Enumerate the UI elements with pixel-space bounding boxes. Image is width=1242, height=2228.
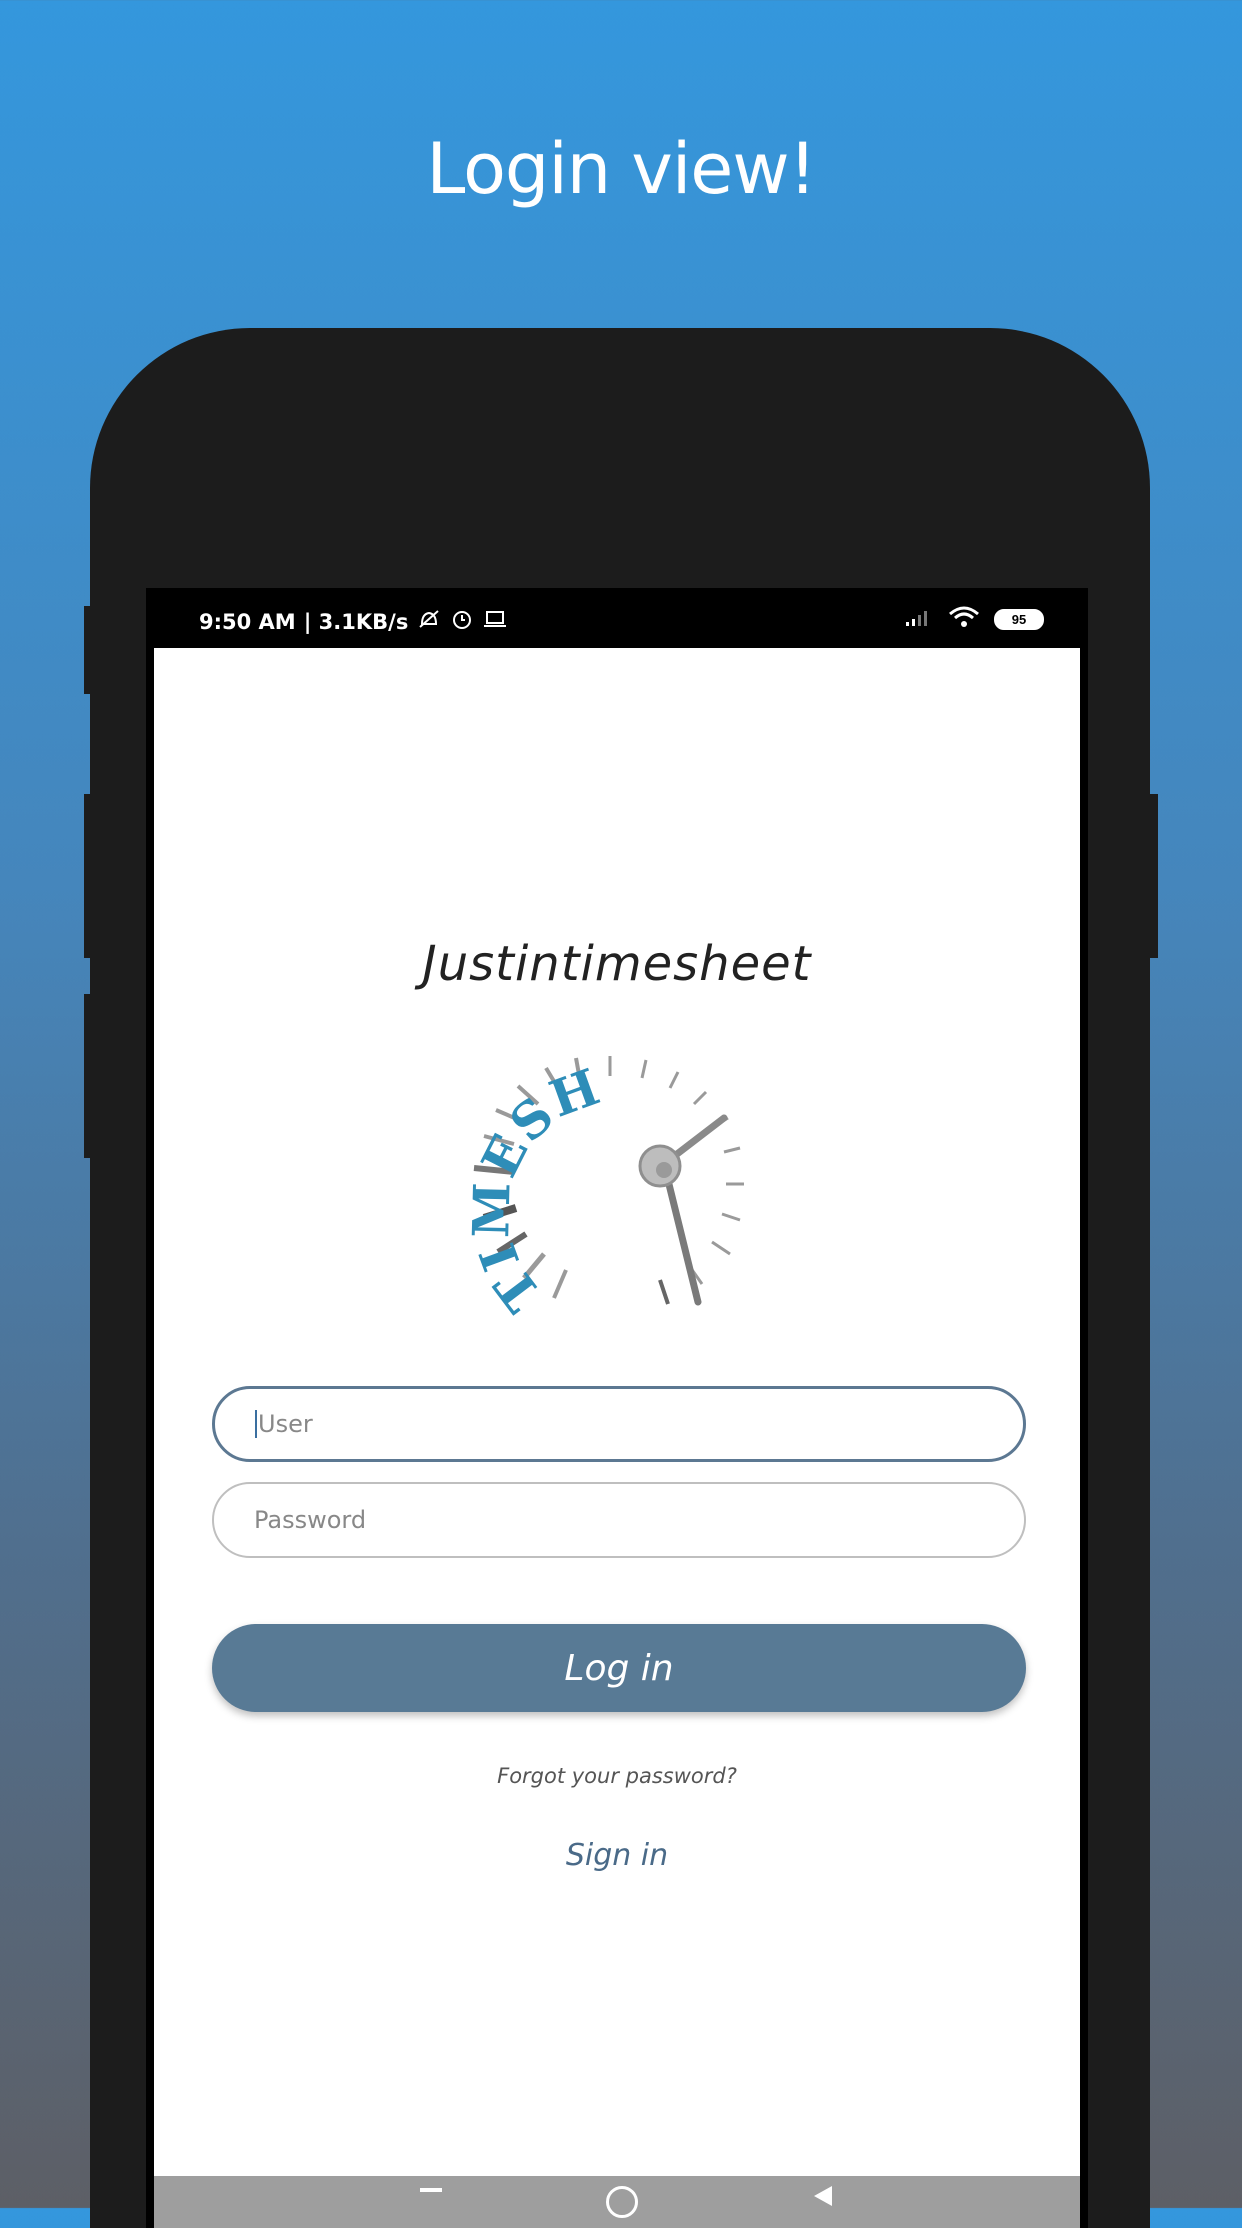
status-bar-left: 9:50 AM | 3.1KB/s — [199, 608, 508, 635]
promo-headline: Login view! — [426, 128, 816, 210]
back-icon[interactable] — [814, 2186, 832, 2206]
phone-side-button — [1146, 794, 1158, 958]
phone-side-button — [84, 794, 94, 958]
timesheet-clock-logo: TIMESHEET — [434, 1048, 744, 1318]
phone-side-button — [84, 606, 94, 694]
phone-side-button — [84, 994, 94, 1158]
system-nav-bar — [154, 2176, 1080, 2228]
signal-icon — [904, 607, 934, 632]
notifications-off-icon — [416, 608, 442, 635]
status-bar-right: 95 — [904, 606, 1044, 633]
sign-in-link[interactable]: Sign in — [154, 1838, 1080, 1873]
text-caret — [255, 1410, 257, 1438]
home-icon[interactable] — [606, 2186, 638, 2218]
username-placeholder: User — [258, 1410, 313, 1438]
forgot-password-link[interactable]: Forgot your password? — [154, 1764, 1080, 1788]
wifi-icon — [948, 606, 980, 633]
alarm-icon — [450, 608, 474, 635]
recent-apps-icon[interactable] — [420, 2188, 442, 2214]
app-brand-title: Justintimesheet — [422, 936, 812, 992]
laptop-icon — [482, 609, 508, 634]
phone-screen: 9:50 AM | 3.1KB/s 95 Justintimesheet TIM… — [146, 588, 1088, 2228]
status-bar: 9:50 AM | 3.1KB/s 95 — [146, 588, 1088, 648]
status-time: 9:50 AM — [199, 609, 296, 634]
password-placeholder: Password — [254, 1506, 367, 1534]
battery-indicator: 95 — [994, 609, 1044, 630]
login-screen: Justintimesheet TIMESH User Password Log… — [154, 648, 1080, 2228]
login-button[interactable]: Log in — [212, 1624, 1026, 1712]
username-input[interactable]: User — [212, 1386, 1026, 1462]
status-network-speed: | 3.1KB/s — [303, 609, 409, 634]
password-input[interactable]: Password — [212, 1482, 1026, 1558]
